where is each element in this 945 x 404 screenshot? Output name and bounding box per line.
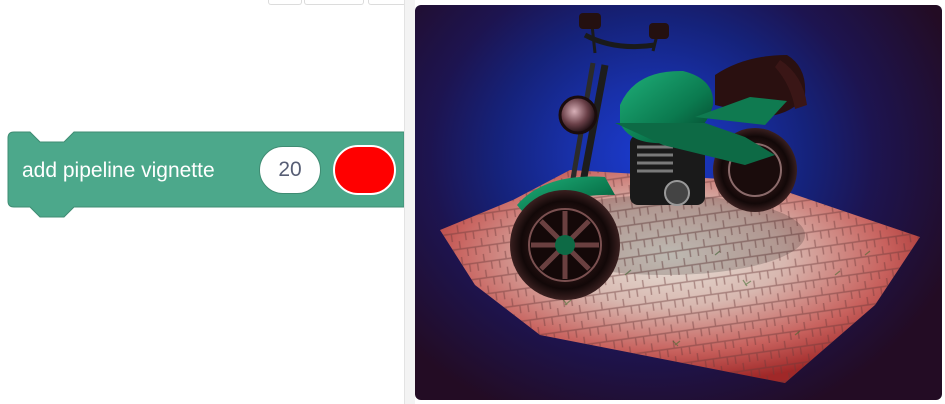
code-workspace: add pipeline vignette 20	[0, 0, 404, 404]
motorcycle-scene-icon	[440, 13, 920, 383]
vignette-amount-input[interactable]: 20	[259, 146, 321, 194]
pipeline-vignette-block[interactable]	[0, 0, 404, 404]
block-label: add pipeline vignette	[22, 159, 215, 182]
render-stage[interactable]	[415, 5, 942, 400]
vignette-color-picker[interactable]	[333, 145, 396, 195]
panel-divider[interactable]	[404, 0, 415, 404]
